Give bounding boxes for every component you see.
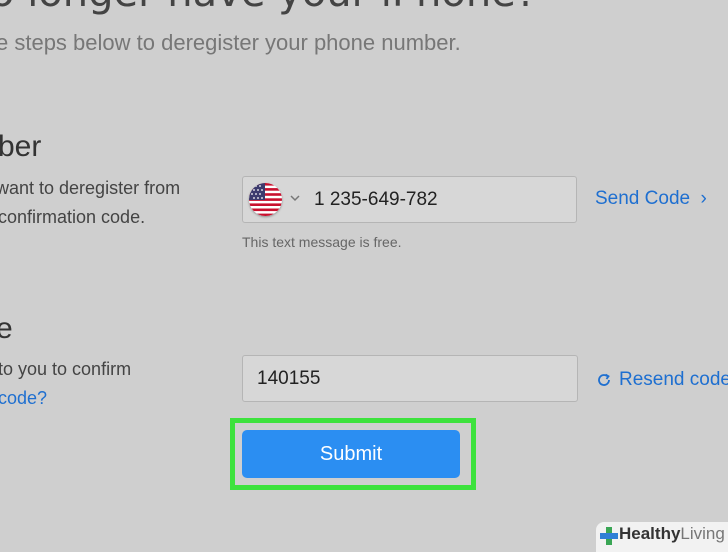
watermark-bold: Healthy <box>619 524 681 543</box>
watermark-light: Living <box>680 524 725 543</box>
chevron-down-icon[interactable] <box>289 191 301 209</box>
send-code-link[interactable]: Send Code › <box>595 188 707 210</box>
confirmation-code-value: 140155 <box>257 368 321 389</box>
code-section-desc-line1: to you to confirm <box>0 359 132 379</box>
code-help-link-label: code? <box>0 388 48 408</box>
confirmation-code-field[interactable]: 140155 <box>242 355 578 402</box>
phone-number-field[interactable]: 1 235-649-782 <box>242 176 577 223</box>
refresh-icon <box>596 372 612 393</box>
code-section-title: e <box>0 312 13 345</box>
watermark-text: HealthyLiving <box>619 524 725 544</box>
phone-section-title: ber <box>0 130 42 163</box>
submit-button[interactable]: Submit <box>242 430 460 478</box>
chevron-right-icon: › <box>700 188 707 209</box>
phone-number-value: 1 235-649-782 <box>314 189 438 210</box>
page-title: o longer have your iPhone? <box>0 0 537 16</box>
page-subtitle: e steps below to deregister your phone n… <box>0 30 461 55</box>
send-code-label: Send Code <box>595 188 691 209</box>
phone-section-desc-line1: want to deregister from <box>0 178 181 198</box>
sms-free-note: This text message is free. <box>242 234 402 250</box>
code-help-link[interactable]: code? <box>0 384 47 413</box>
resend-code-label: Resend code <box>619 369 728 390</box>
plus-logo-icon <box>599 526 619 551</box>
us-flag-icon[interactable] <box>249 183 282 216</box>
phone-section-desc-line2: confirmation code. <box>0 207 146 227</box>
